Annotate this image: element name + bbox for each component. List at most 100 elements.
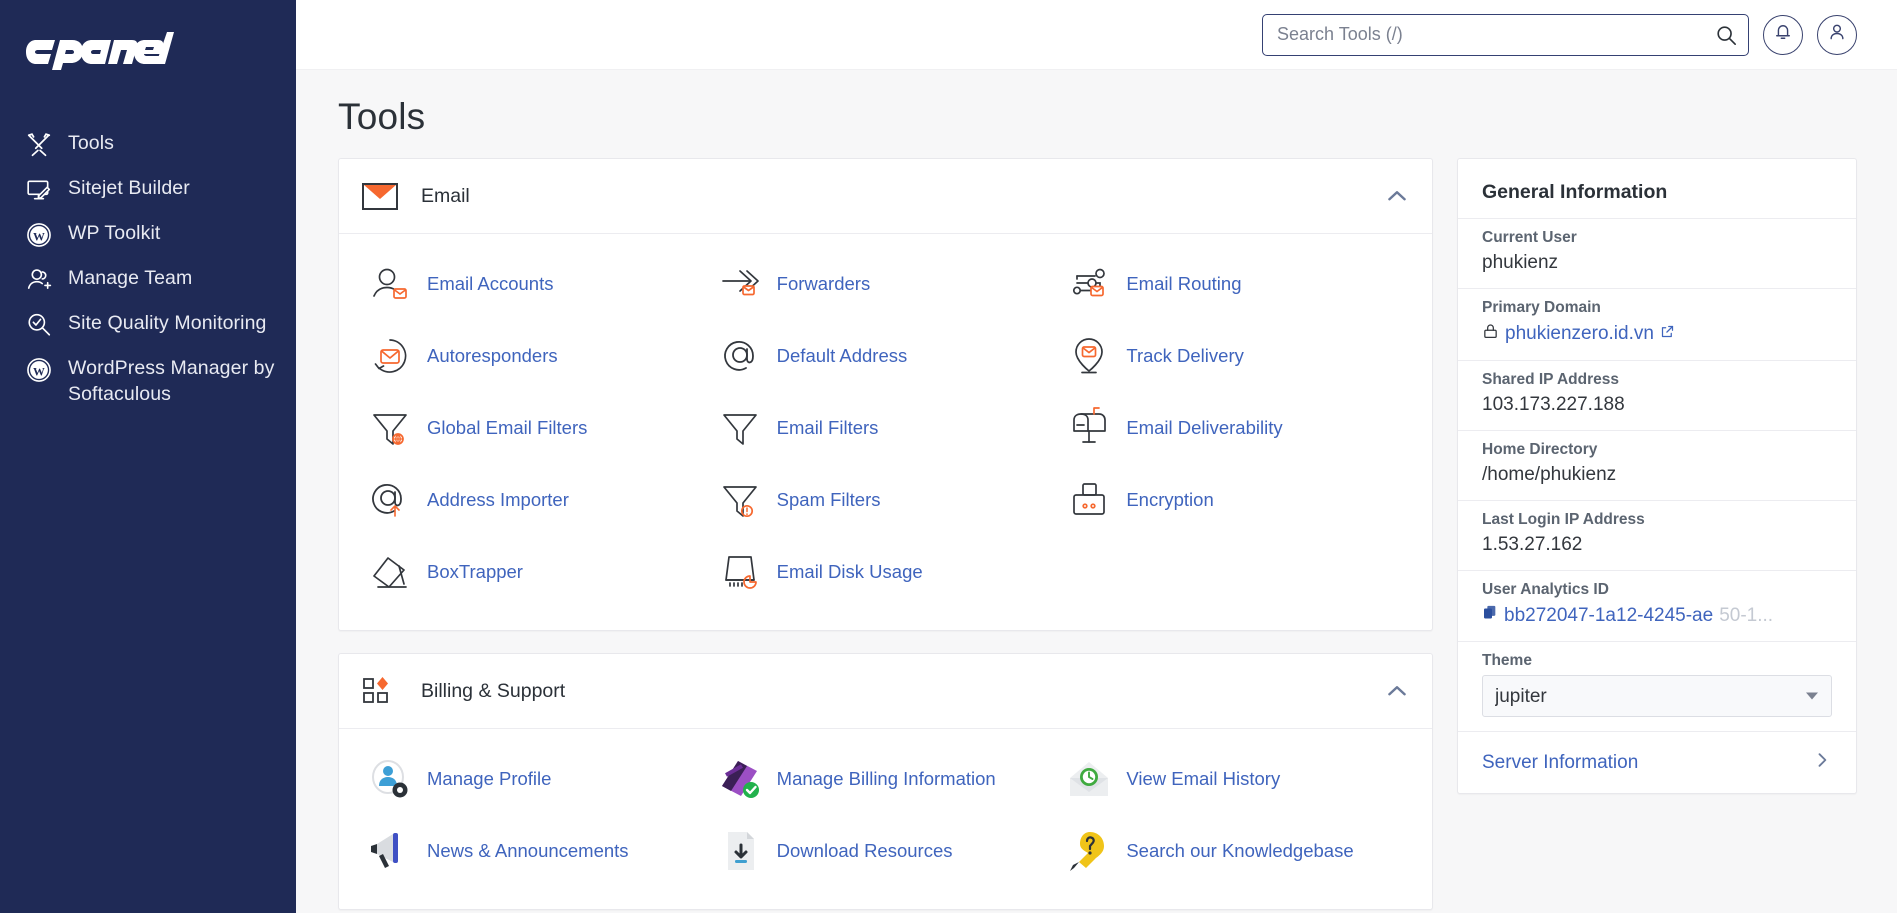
sidebar-item-site-quality-monitoring[interactable]: Site Quality Monitoring: [0, 302, 296, 347]
section-email-header[interactable]: Email: [339, 159, 1432, 234]
billing-support-icon: [361, 674, 399, 708]
copy-icon[interactable]: [1482, 604, 1498, 627]
tool-label: Encryption: [1126, 488, 1214, 510]
default-address-icon: [717, 333, 763, 379]
tool-news-announcements[interactable]: News & Announcements: [361, 815, 711, 887]
svg-text:W: W: [33, 364, 45, 378]
gi-row-last-login-ip-address: Last Login IP Address 1.53.27.162: [1458, 500, 1856, 570]
gi-row-user-analytics-id: User Analytics ID bb272047-1a12-4245-ae: [1458, 570, 1856, 641]
theme-select[interactable]: jupiter: [1482, 675, 1832, 717]
gi-label: Primary Domain: [1482, 299, 1601, 316]
tool-label: BoxTrapper: [427, 560, 523, 582]
gi-label: Shared IP Address: [1482, 371, 1619, 388]
tool-forwarders[interactable]: Forwarders: [711, 248, 1061, 320]
manage-billing-icon: [717, 756, 763, 802]
account-button[interactable]: [1817, 14, 1857, 55]
user-analytics-id-truncated: 50-1...: [1719, 604, 1774, 626]
tool-global-email-filters[interactable]: Global Email Filters: [361, 392, 711, 464]
news-announcements-icon: [367, 828, 413, 874]
tool-manage-billing-information[interactable]: Manage Billing Information: [711, 743, 1061, 815]
notifications-button[interactable]: [1763, 14, 1803, 55]
sidebar: Tools Sitejet Builder W WP Toolkit Manag…: [0, 0, 296, 913]
chevron-up-icon[interactable]: [1384, 183, 1410, 209]
server-information-row[interactable]: Server Information: [1458, 731, 1856, 793]
email-routing-icon: [1066, 261, 1112, 307]
sidebar-item-wordpress-manager[interactable]: W WordPress Manager by Softaculous: [0, 347, 296, 416]
tool-default-address[interactable]: Default Address: [711, 320, 1061, 392]
tool-label: Forwarders: [776, 272, 871, 294]
tool-view-email-history[interactable]: View Email History: [1060, 743, 1410, 815]
tool-label: Search our Knowledgebase: [1126, 839, 1354, 861]
site-quality-monitoring-icon: [26, 312, 52, 338]
tool-email-filters[interactable]: Email Filters: [711, 392, 1061, 464]
tool-label: Email Accounts: [427, 272, 554, 294]
section-email: Email Email Accounts Forwarders Email Ro…: [338, 158, 1433, 631]
section-email-tools: Email Accounts Forwarders Email Routing …: [339, 234, 1432, 630]
tool-label: Autoresponders: [427, 344, 558, 366]
sidebar-item-sitejet-builder[interactable]: Sitejet Builder: [0, 167, 296, 212]
tool-track-delivery[interactable]: Track Delivery: [1060, 320, 1410, 392]
search-input[interactable]: [1262, 13, 1749, 56]
page-columns: Email Email Accounts Forwarders Email Ro…: [338, 158, 1857, 913]
section-billing-support-tools: Manage Profile Manage Billing Informatio…: [339, 729, 1432, 909]
tool-email-accounts[interactable]: Email Accounts: [361, 248, 711, 320]
general-information-panel: General Information Current User phukien…: [1457, 158, 1857, 794]
sidebar-item-manage-team[interactable]: Manage Team: [0, 257, 296, 302]
gi-value: /home/phukienz: [1482, 464, 1617, 485]
gi-row-current-user: Current User phukienz: [1458, 218, 1856, 288]
chevron-up-icon[interactable]: [1384, 678, 1410, 704]
tool-boxtrapper[interactable]: BoxTrapper: [361, 536, 711, 608]
wordpress-icon: W: [26, 357, 52, 383]
section-billing-support-header[interactable]: Billing & Support: [339, 654, 1432, 729]
sitejet-builder-icon: [26, 177, 52, 203]
primary-domain-link[interactable]: phukienzero.id.vn: [1505, 323, 1654, 345]
tool-encryption[interactable]: Encryption: [1060, 464, 1410, 536]
tools-page: Tools Email Email Accounts Forwarders Em…: [296, 70, 1897, 913]
sidebar-item-label: WordPress Manager by Softaculous: [68, 357, 275, 405]
cpanel-app: Tools Sitejet Builder W WP Toolkit Manag…: [0, 0, 1897, 913]
tool-manage-profile[interactable]: Manage Profile: [361, 743, 711, 815]
tool-label: Manage Profile: [427, 767, 552, 789]
spam-filters-icon: [717, 477, 763, 523]
gi-label: User Analytics ID: [1482, 581, 1609, 598]
user-icon: [1827, 22, 1847, 47]
tool-autoresponders[interactable]: Autoresponders: [361, 320, 711, 392]
track-delivery-icon: [1066, 333, 1112, 379]
gi-value: 103.173.227.188: [1482, 394, 1625, 415]
tool-email-disk-usage[interactable]: Email Disk Usage: [711, 536, 1061, 608]
tool-spam-filters[interactable]: Spam Filters: [711, 464, 1061, 536]
forwarders-icon: [717, 261, 763, 307]
gi-value-row: bb272047-1a12-4245-ae 50-1...: [1482, 604, 1832, 627]
tool-label: Email Filters: [776, 416, 879, 438]
email-accounts-icon: [367, 261, 413, 307]
tool-email-deliverability[interactable]: Email Deliverability: [1060, 392, 1410, 464]
knowledgebase-icon: [1066, 828, 1112, 874]
cpanel-logo[interactable]: [0, 22, 296, 94]
sidebar-item-tools[interactable]: Tools: [0, 122, 296, 167]
content-scroll-region[interactable]: Tools Email Email Accounts Forwarders Em…: [296, 70, 1897, 913]
search-icon[interactable]: [1715, 24, 1737, 46]
address-importer-icon: [367, 477, 413, 523]
tool-label: Address Importer: [427, 488, 569, 510]
tool-label: Default Address: [776, 344, 908, 366]
tool-label: Email Deliverability: [1126, 416, 1283, 438]
sidebar-item-wp-toolkit[interactable]: W WP Toolkit: [0, 212, 296, 257]
tool-download-resources[interactable]: Download Resources: [711, 815, 1061, 887]
sidebar-item-label: Manage Team: [68, 267, 193, 289]
page-title: Tools: [338, 96, 426, 137]
general-information-column: General Information Current User phukien…: [1457, 158, 1857, 794]
server-information-label: Server Information: [1482, 751, 1639, 773]
bell-icon: [1773, 22, 1793, 47]
tool-search-our-knowledgebase[interactable]: Search our Knowledgebase: [1060, 815, 1410, 887]
general-information-title: General Information: [1482, 181, 1668, 203]
email-filters-icon: [717, 405, 763, 451]
section-title: Email: [421, 184, 470, 207]
tool-email-routing[interactable]: Email Routing: [1060, 248, 1410, 320]
tool-label: News & Announcements: [427, 839, 629, 861]
gi-value-row: phukienzero.id.vn: [1482, 322, 1832, 346]
tool-address-importer[interactable]: Address Importer: [361, 464, 711, 536]
lock-icon: [1482, 322, 1499, 346]
tool-label: Spam Filters: [776, 488, 881, 510]
external-link-icon[interactable]: [1660, 323, 1675, 345]
user-analytics-id-link[interactable]: bb272047-1a12-4245-ae: [1504, 605, 1713, 627]
